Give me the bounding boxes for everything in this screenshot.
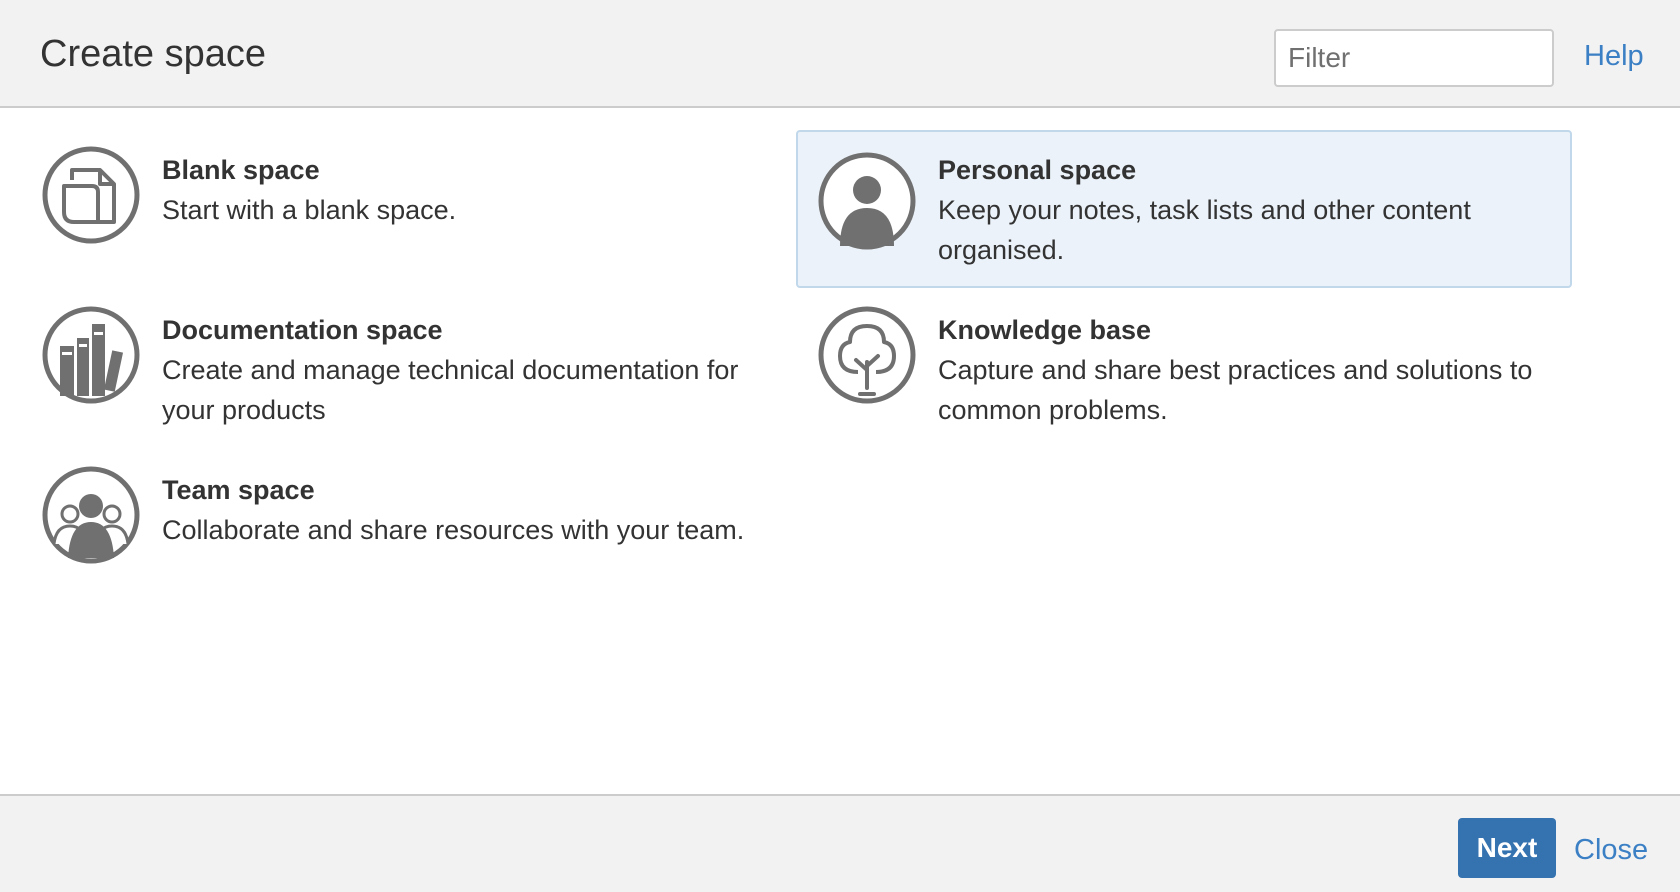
template-name: Team space xyxy=(162,475,315,505)
tree-icon xyxy=(818,306,916,404)
template-documentation-space[interactable]: Documentation space Create and manage te… xyxy=(0,284,776,442)
template-personal-space[interactable]: Personal space Keep your notes, task lis… xyxy=(796,130,1572,288)
blank-page-icon xyxy=(42,146,140,244)
person-icon xyxy=(818,152,916,250)
template-team-space[interactable]: Team space Collaborate and share resourc… xyxy=(0,444,776,602)
template-name: Knowledge base xyxy=(938,315,1152,345)
dialog-title: Create space xyxy=(40,33,267,75)
close-link[interactable]: Close xyxy=(1574,832,1648,868)
dialog-footer: Next Close xyxy=(0,794,1680,892)
template-description: Start with a blank space. xyxy=(162,195,457,225)
create-space-dialog: Create space Help Blank space Start with… xyxy=(0,0,1680,892)
template-knowledge-base[interactable]: Knowledge base Capture and share best pr… xyxy=(776,284,1552,442)
template-description: Capture and share best practices and sol… xyxy=(938,355,1533,425)
template-description: Keep your notes, task lists and other co… xyxy=(938,195,1471,265)
help-link[interactable]: Help xyxy=(1584,38,1644,74)
filter-input[interactable] xyxy=(1274,29,1554,87)
template-name: Documentation space xyxy=(162,315,443,345)
dialog-header: Create space Help xyxy=(0,0,1680,108)
books-icon xyxy=(42,306,140,404)
template-blank-space[interactable]: Blank space Start with a blank space. xyxy=(0,124,776,282)
next-button[interactable]: Next xyxy=(1458,818,1556,878)
template-name: Personal space xyxy=(938,155,1137,185)
template-description: Collaborate and share resources with you… xyxy=(162,515,745,545)
template-description: Create and manage technical documentatio… xyxy=(162,355,739,425)
team-icon xyxy=(42,466,140,564)
template-list: Blank space Start with a blank space. Pe… xyxy=(0,108,1680,794)
template-name: Blank space xyxy=(162,155,320,185)
